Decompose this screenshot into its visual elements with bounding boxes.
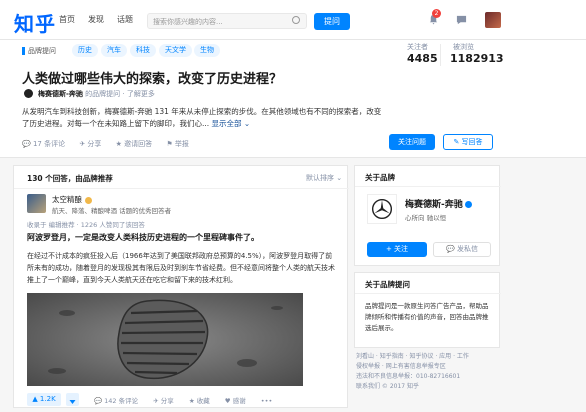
divider	[355, 293, 501, 294]
followers-label: 关注者	[407, 43, 428, 51]
downvote-button[interactable]	[66, 393, 79, 406]
answerer-name[interactable]: 太空精酿	[52, 194, 92, 205]
question-description: 从发明汽车到科技创新，梅赛德斯-奔驰 131 年来从未停止探索的步伐。在其他领域…	[22, 106, 382, 130]
nav-topics[interactable]: 话题	[117, 14, 133, 25]
answer-headline: 阿波罗登月，一定是改变人类科技历史进程的一个里程碑事件了。	[27, 233, 259, 242]
topic-tag[interactable]: 历史	[72, 44, 98, 57]
brand-name[interactable]: 梅赛德斯-奔驰	[405, 197, 472, 210]
brand-card: 关于品牌 梅赛德斯-奔驰 心所向 驰以恒 + 关注 💬 发私信	[354, 165, 501, 266]
topic-tag[interactable]: 天文学	[159, 44, 192, 57]
message-icon[interactable]	[456, 14, 467, 25]
upvote-button[interactable]: ▲ 1.2K	[27, 393, 61, 406]
brand-question-info: 品牌提问是一款原生问答广告产品，帮助品牌倾听和传播有价值的声音，回答由品牌推选后…	[365, 302, 489, 332]
more-icon[interactable]: •••	[261, 397, 273, 405]
follow-question-button[interactable]: 关注问题	[389, 134, 435, 150]
answer-collect-link[interactable]: ★ 收藏	[189, 397, 210, 405]
search-icon[interactable]	[292, 16, 300, 24]
mercedes-logo-icon	[24, 89, 33, 98]
answer-body: 在经过不计成本的疯狂投入后（1966年达到了美国联邦政府总预算的4.5%），阿波…	[27, 252, 335, 284]
brand-question-info-card: 关于品牌提问 品牌提问是一款原生问答广告产品，帮助品牌倾听和传播有价值的声音，回…	[354, 272, 501, 348]
answer-meta: 收录于 编辑推荐 · 1226 人赞同了该回答	[27, 221, 145, 229]
description-text: 从发明汽车到科技创新，梅赛德斯-奔驰 131 年来从未停止探索的步伐。在其他领域…	[22, 107, 382, 128]
footer-line[interactable]: 联系我们 © 2017 知乎	[356, 382, 502, 392]
question-actions: 💬 17 条评论 ✈ 分享 ★ 邀请回答 ⚑ 举报	[22, 139, 201, 149]
verified-icon	[464, 201, 472, 208]
answer-share-link[interactable]: ✈ 分享	[153, 397, 174, 405]
top-bar: 知乎 首页 发现 话题 搜索你感兴趣的内容... 提问 2	[0, 0, 586, 40]
footer-line[interactable]: 侵权举报 · 网上有害信息举报专区	[356, 362, 502, 372]
invite-link[interactable]: ★ 邀请回答	[116, 140, 153, 148]
ask-button[interactable]: 提问	[314, 13, 350, 30]
comments-link[interactable]: 💬 17 条评论	[22, 140, 65, 148]
question-author: 梅赛德斯-奔驰 的品牌提问 · 了解更多	[38, 89, 155, 99]
topic-tag[interactable]: 科技	[130, 44, 156, 57]
notification-badge: 2	[432, 9, 441, 18]
answerer-avatar[interactable]	[27, 194, 46, 213]
show-all-link[interactable]: 显示全部 ⌄	[212, 119, 251, 128]
nav-home[interactable]: 首页	[59, 14, 75, 25]
brand-question-tag: 品牌提问	[22, 46, 56, 56]
author-name[interactable]: 梅赛德斯-奔驰	[38, 90, 83, 98]
message-brand-button[interactable]: 💬 发私信	[433, 242, 491, 257]
question-title: 人类做过哪些伟大的探索，改变了历史进程？	[22, 72, 283, 87]
footer-line[interactable]: 刘看山 · 知乎指南 · 知乎协议 · 应用 · 工作	[356, 352, 502, 362]
author-suffix: 的品牌提问 · 了解更多	[85, 90, 155, 98]
answerer-bio: 航天、降落、精酿啤酒 话题的优秀回答者	[52, 207, 172, 215]
report-link[interactable]: ⚑ 举报	[166, 140, 189, 148]
views-label: 被浏览	[453, 43, 474, 51]
follow-brand-button[interactable]: + 关注	[367, 242, 427, 257]
moon-footprint-image[interactable]	[27, 293, 303, 386]
followers-count: 4485	[407, 52, 438, 65]
nav-discover[interactable]: 发现	[88, 14, 104, 25]
sort-dropdown[interactable]: 默认排序 ⌄	[306, 173, 342, 183]
share-link[interactable]: ✈ 分享	[79, 140, 101, 148]
brand-slogan: 心所向 驰以恒	[405, 214, 447, 222]
footer-links: 刘看山 · 知乎指南 · 知乎协议 · 应用 · 工作 侵权举报 · 网上有害信…	[356, 352, 502, 392]
topic-tag[interactable]: 生物	[194, 44, 220, 57]
downvote-icon	[69, 400, 76, 404]
divider	[14, 188, 349, 189]
answer-count-header: 130 个回答，由品牌推荐	[27, 174, 113, 183]
views-count: 1182913	[450, 52, 504, 65]
avatar[interactable]	[485, 12, 501, 28]
about-brand-heading: 关于品牌	[365, 173, 395, 182]
stat-divider	[440, 44, 441, 66]
footer-line: 违法和不良信息举报：010-82716601	[356, 373, 461, 380]
answer-actions: 💬 142 条评论 ✈ 分享 ★ 收藏 ♥ 感谢 •••	[94, 395, 285, 405]
zhihu-logo[interactable]: 知乎	[14, 8, 56, 37]
answer-thanks-link[interactable]: ♥ 感谢	[225, 397, 246, 405]
mercedes-star-icon[interactable]	[367, 194, 397, 224]
answer-comments-link[interactable]: 💬 142 条评论	[94, 397, 138, 405]
badge-icon	[85, 196, 92, 204]
about-brand-question-heading: 关于品牌提问	[365, 280, 410, 289]
topic-tag[interactable]: 汽车	[101, 44, 127, 57]
divider	[355, 186, 501, 187]
search-input[interactable]: 搜索你感兴趣的内容...	[147, 13, 307, 29]
write-answer-button[interactable]: ✎ 写回答	[443, 134, 493, 150]
answer-list: 130 个回答，由品牌推荐 默认排序 ⌄ 太空精酿 航天、降落、精酿啤酒 话题的…	[13, 165, 349, 408]
